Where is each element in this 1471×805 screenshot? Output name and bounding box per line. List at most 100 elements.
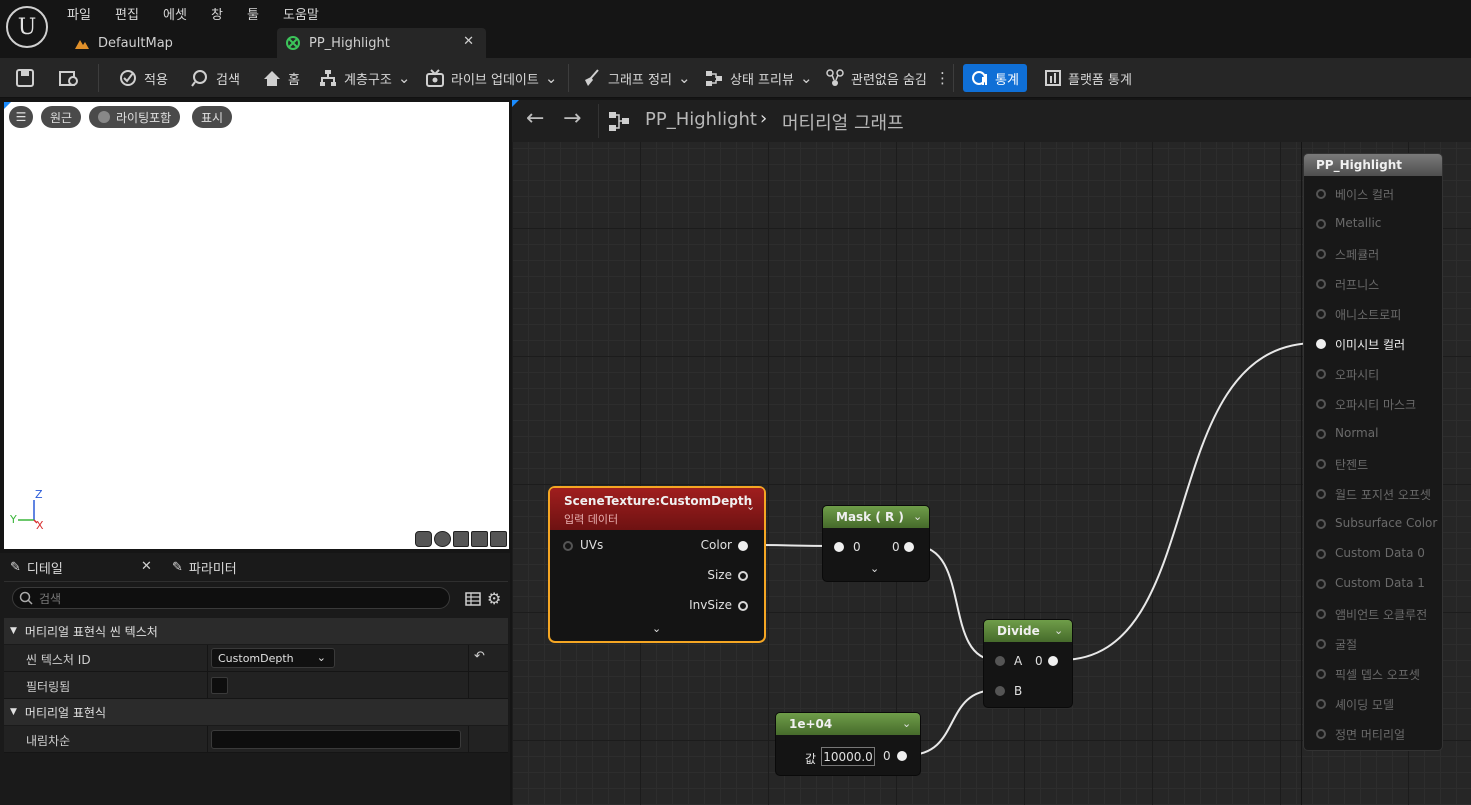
unreal-logo-icon[interactable]: U bbox=[6, 6, 48, 48]
menu-asset[interactable]: 에셋 bbox=[163, 4, 187, 23]
chevron-down-icon[interactable]: ⌄ bbox=[1054, 624, 1063, 637]
corner-marker bbox=[512, 100, 519, 107]
category-scene-texture[interactable]: ▼ 머티리얼 표현식 씬 텍스처 bbox=[4, 618, 508, 644]
result-input-pin[interactable] bbox=[1316, 729, 1326, 739]
filtered-checkbox[interactable] bbox=[211, 677, 228, 694]
desc-input[interactable] bbox=[211, 730, 461, 749]
divide-output-pin[interactable] bbox=[1048, 656, 1058, 666]
result-input-pin[interactable] bbox=[1316, 429, 1326, 439]
settings-gear-icon[interactable]: ⚙ bbox=[487, 589, 501, 608]
menu-edit[interactable]: 편집 bbox=[115, 4, 139, 23]
table-view-icon[interactable] bbox=[465, 591, 481, 607]
platform-stats-label: 플랫폼 통계 bbox=[1068, 72, 1132, 88]
stats-button[interactable]: 통계 bbox=[963, 64, 1027, 92]
details-search-input[interactable]: 검색 bbox=[12, 587, 450, 609]
tab-pp-highlight[interactable]: PP_Highlight ✕ bbox=[277, 28, 486, 58]
chevron-down-icon[interactable]: ⌄ bbox=[746, 500, 755, 513]
mask-output-pin[interactable] bbox=[904, 542, 914, 552]
show-button[interactable]: 표시 bbox=[192, 106, 233, 128]
scene-texture-node[interactable]: SceneTexture:CustomDepth 입력 데이터 ⌄ UVs Co… bbox=[548, 486, 766, 643]
live-update-button[interactable]: 라이브 업데이트 ⌄ bbox=[425, 58, 557, 98]
viewport-menu-button[interactable]: ☰ bbox=[9, 106, 33, 128]
divide-a-pin[interactable] bbox=[995, 656, 1005, 666]
result-input-pin[interactable] bbox=[1316, 639, 1326, 649]
result-input-pin[interactable] bbox=[1316, 459, 1326, 469]
sphere-icon[interactable] bbox=[433, 531, 451, 547]
graph-cleanup-button[interactable]: 그래프 정리 ⌄ bbox=[582, 58, 691, 98]
plane-icon[interactable] bbox=[452, 531, 470, 547]
home-button[interactable]: 홈 bbox=[262, 58, 300, 98]
chevron-down-icon[interactable]: ⌄ bbox=[870, 562, 879, 575]
material-graph-canvas[interactable]: ← → PP_Highlight › 머티리얼 그래프 SceneTexture… bbox=[512, 100, 1471, 805]
mask-input-pin[interactable] bbox=[834, 542, 844, 552]
browse-button[interactable] bbox=[58, 58, 80, 98]
hierarchy-button[interactable]: 계층구조 ⌄ bbox=[318, 58, 410, 98]
close-icon[interactable]: ✕ bbox=[141, 559, 152, 574]
divide-node[interactable]: Divide ⌄ A 0 B bbox=[983, 619, 1073, 708]
result-input-pin[interactable] bbox=[1316, 309, 1326, 319]
close-icon[interactable]: ✕ bbox=[463, 34, 474, 49]
result-input-pin[interactable] bbox=[1316, 579, 1326, 589]
constant-node[interactable]: 1e+04 ⌄ 값 10000.0 0 bbox=[775, 712, 921, 776]
menu-file[interactable]: 파일 bbox=[67, 4, 91, 23]
result-input-pin[interactable] bbox=[1316, 669, 1326, 679]
preview-viewport[interactable]: ☰ 원근 라이팅포함 표시 Z Y X bbox=[4, 102, 509, 549]
size-output-pin[interactable] bbox=[738, 571, 748, 581]
result-input-pin[interactable] bbox=[1316, 699, 1326, 709]
sphere-icon bbox=[98, 111, 110, 123]
reset-arrow-icon[interactable]: ↶ bbox=[474, 649, 485, 664]
property-label: 내림차순 bbox=[26, 734, 71, 748]
category-material-expression[interactable]: ▼ 머티리얼 표현식 bbox=[4, 699, 508, 725]
result-input-pin[interactable] bbox=[1316, 339, 1326, 349]
result-input-pin[interactable] bbox=[1316, 609, 1326, 619]
menu-window[interactable]: 창 bbox=[211, 4, 223, 23]
hide-unrelated-button[interactable]: 관련없음 숨김 bbox=[825, 58, 927, 98]
divider bbox=[568, 64, 569, 92]
search-button[interactable]: 검색 bbox=[190, 58, 240, 98]
result-input-pin[interactable] bbox=[1316, 399, 1326, 409]
result-input-label: 굴절 bbox=[1335, 638, 1358, 652]
color-output-pin[interactable] bbox=[738, 541, 748, 551]
result-input-pin[interactable] bbox=[1316, 249, 1326, 259]
menu-help[interactable]: 도움말 bbox=[283, 4, 319, 23]
cylinder-icon[interactable] bbox=[415, 531, 432, 547]
result-input-pin[interactable] bbox=[1316, 189, 1326, 199]
apply-button[interactable]: 적용 bbox=[118, 58, 168, 98]
material-result-node[interactable]: PP_Highlight 베이스 컬러 Metallic 스페큘러 러프니스 애니소트로… bbox=[1303, 153, 1443, 751]
constant-output-pin[interactable] bbox=[897, 751, 907, 761]
result-input-label: 월드 포지션 오프셋 bbox=[1335, 488, 1431, 502]
more-options-button[interactable]: ⋮ bbox=[935, 58, 950, 98]
divide-b-pin[interactable] bbox=[995, 686, 1005, 696]
chevron-down-icon[interactable]: ⌄ bbox=[913, 510, 922, 523]
result-input-label: Normal bbox=[1335, 426, 1379, 440]
caret-down-icon: ▼ bbox=[10, 626, 17, 636]
menu-tools[interactable]: 툴 bbox=[247, 4, 259, 23]
uvs-input-pin[interactable] bbox=[563, 541, 573, 551]
invsize-output-pin[interactable] bbox=[738, 601, 748, 611]
teapot-icon[interactable] bbox=[490, 531, 507, 547]
perspective-button[interactable]: 원근 bbox=[41, 106, 82, 128]
apply-label: 적용 bbox=[144, 72, 168, 88]
mask-node[interactable]: Mask ( R ) ⌄ 0 0 ⌄ bbox=[822, 505, 930, 582]
cube-icon[interactable] bbox=[471, 531, 489, 547]
save-button[interactable] bbox=[15, 58, 35, 98]
result-input-pin[interactable] bbox=[1316, 369, 1326, 379]
axis-x-label: X bbox=[36, 519, 44, 532]
result-input-pin[interactable] bbox=[1316, 219, 1326, 229]
chevron-down-icon[interactable]: ⌄ bbox=[902, 717, 911, 730]
tab-details[interactable]: ✎ 디테일 bbox=[10, 553, 63, 581]
tab-defaultmap[interactable]: DefaultMap bbox=[66, 28, 271, 58]
result-input-label: 스페큘러 bbox=[1335, 248, 1380, 262]
browse-icon bbox=[59, 71, 78, 86]
lit-mode-button[interactable]: 라이팅포함 bbox=[89, 106, 181, 128]
platform-stats-button[interactable]: 플랫폼 통계 bbox=[1044, 58, 1132, 98]
state-preview-button[interactable]: 상태 프리뷰 ⌄ bbox=[704, 58, 813, 98]
scene-texture-id-dropdown[interactable]: CustomDepth ⌄ bbox=[211, 648, 335, 668]
constant-value-input[interactable]: 10000.0 bbox=[821, 747, 875, 766]
result-input-pin[interactable] bbox=[1316, 279, 1326, 289]
result-input-pin[interactable] bbox=[1316, 519, 1326, 529]
chevron-down-icon[interactable]: ⌄ bbox=[652, 622, 661, 635]
result-input-pin[interactable] bbox=[1316, 549, 1326, 559]
tab-parameters[interactable]: ✎ 파라미터 bbox=[172, 553, 237, 581]
result-input-pin[interactable] bbox=[1316, 489, 1326, 499]
